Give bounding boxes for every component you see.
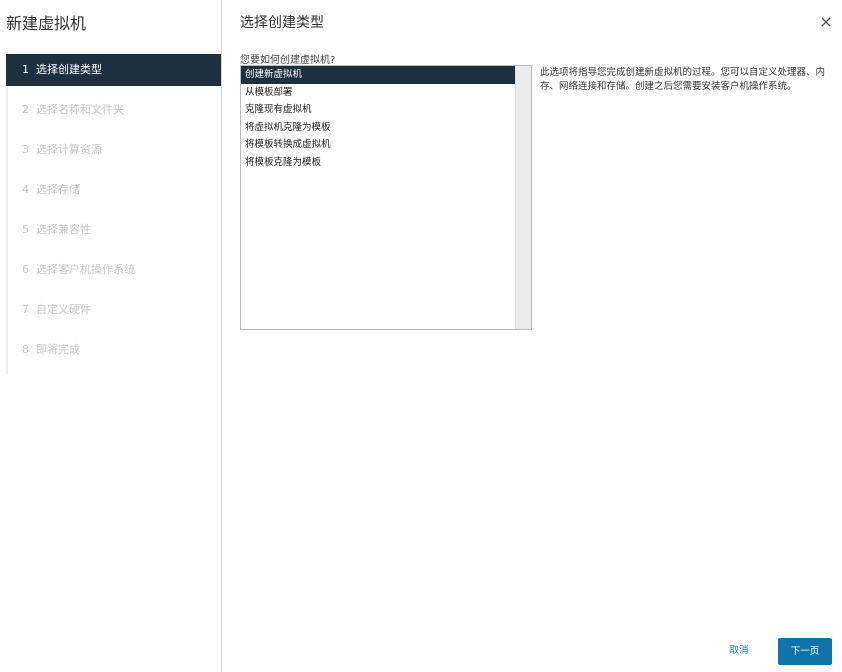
creation-type-listbox[interactable]: 创建新虚拟机 从模板部署 克隆现有虚拟机 将虚拟机克隆为模板 将模板转换成虚拟机… (240, 65, 532, 330)
step-number: 8 (22, 343, 29, 356)
next-button[interactable]: 下一页 (778, 638, 832, 665)
step-label: 自定义硬件 (36, 303, 91, 316)
option-clone-vm-to-template[interactable]: 将虚拟机克隆为模板 (241, 119, 517, 137)
option-clone-existing-vm[interactable]: 克隆现有虚拟机 (241, 101, 517, 119)
step-number: 7 (22, 303, 29, 316)
option-deploy-from-template[interactable]: 从模板部署 (241, 84, 517, 102)
step-label: 选择客户机操作系统 (36, 263, 135, 276)
option-convert-template-to-vm[interactable]: 将模板转换成虚拟机 (241, 136, 517, 154)
option-clone-template-to-template[interactable]: 将模板克隆为模板 (241, 154, 517, 172)
step-select-storage: 4 选择存储 (6, 174, 221, 206)
page-title: 选择创建类型 (240, 15, 324, 31)
step-select-guest-os: 6 选择客户机操作系统 (6, 254, 221, 286)
step-number: 1 (22, 63, 29, 76)
step-number: 4 (22, 183, 29, 196)
step-label: 选择兼容性 (36, 223, 91, 236)
close-icon[interactable] (818, 14, 834, 30)
step-number: 5 (22, 223, 29, 236)
listbox-scrollbar[interactable] (515, 66, 531, 329)
step-select-compute-resource: 3 选择计算资源 (6, 134, 221, 166)
step-label: 选择名称和文件夹 (36, 103, 124, 116)
step-number: 6 (22, 263, 29, 276)
step-select-name-folder: 2 选择名称和文件夹 (6, 94, 221, 126)
step-label: 选择计算资源 (36, 143, 102, 156)
step-label: 选择创建类型 (36, 63, 102, 76)
wizard-sidebar: 新建虚拟机 1 选择创建类型 2 选择名称和文件夹 3 选择计算资源 4 选择存储 5选… (0, 0, 222, 672)
wizard-title: 新建虚拟机 (6, 14, 87, 33)
step-customize-hardware: 7 自定义硬件 (6, 294, 221, 326)
creation-type-question: 您要如何创建虚拟机? (240, 55, 336, 66)
step-label: 即将完成 (36, 343, 80, 356)
step-label: 选择存储 (36, 183, 80, 196)
step-ready-to-complete: 8 即将完成 (6, 334, 221, 366)
step-select-compatibility: 5 选择兼容性 (6, 214, 221, 246)
step-number: 3 (22, 143, 29, 156)
wizard-steps: 1 选择创建类型 2 选择名称和文件夹 3 选择计算资源 4 选择存储 5 选择兼容性 6… (6, 54, 221, 374)
step-select-creation-type[interactable]: 1 选择创建类型 (6, 54, 221, 86)
cancel-button[interactable]: 取消 (719, 638, 759, 664)
option-create-new-vm[interactable]: 创建新虚拟机 (241, 66, 517, 84)
wizard-content: 选择创建类型 您要如何创建虚拟机? 创建新虚拟机 从模板部署 克隆现有虚拟机 将… (222, 0, 842, 672)
step-number: 2 (22, 103, 29, 116)
option-description: 此选项将指导您完成创建新虚拟机的过程。您可以自定义处理器、内存、网络连接和存储。… (540, 67, 826, 92)
